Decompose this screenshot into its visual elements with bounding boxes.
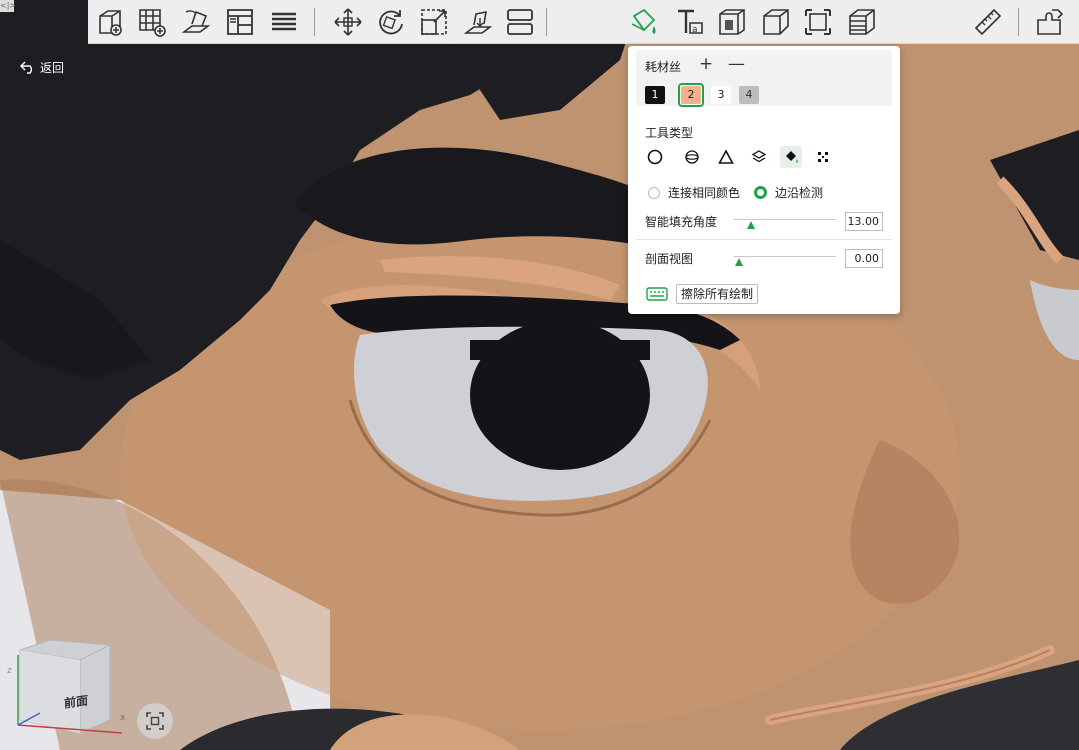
sphere-brush-icon[interactable] [681, 146, 703, 168]
circle-brush-icon[interactable] [644, 146, 666, 168]
layout-panels-icon[interactable] [222, 4, 258, 40]
toolbar-separator [1018, 8, 1019, 36]
panel-divider [636, 239, 892, 240]
section-view-thumb[interactable] [735, 258, 744, 266]
list-lines-icon[interactable] [266, 4, 302, 40]
fill-bucket-icon[interactable] [780, 146, 802, 168]
seam-painting-icon[interactable] [800, 4, 836, 40]
keyboard-shortcuts-icon[interactable] [646, 287, 668, 301]
edge-detection-option[interactable]: 边沿检测 [754, 184, 823, 201]
add-grid-icon[interactable] [134, 4, 170, 40]
panel-toggle-handle[interactable]: <|> [0, 0, 16, 12]
emboss-icon[interactable] [714, 4, 750, 40]
filament-swatch-1[interactable]: 1 [645, 86, 665, 104]
connect-same-color-label: 连接相同颜色 [668, 186, 741, 200]
model-viewport[interactable] [0, 0, 1079, 750]
axis-z-label: z [7, 666, 12, 676]
split-object-icon[interactable] [502, 4, 538, 40]
cube-cut-icon[interactable] [758, 4, 794, 40]
axis-x-label: x [120, 713, 126, 723]
section-view-label: 剖面视图 [645, 252, 694, 266]
paint-tool-panel: 耗材丝 + — 1 2 3 4 工具类型 连接相同颜色 边沿检测 智能填充角度 … [628, 46, 900, 314]
view-cube[interactable] [10, 635, 130, 740]
back-button[interactable]: 返回 [20, 58, 64, 76]
back-arrow-icon [20, 61, 33, 74]
scale-object-icon[interactable] [416, 4, 452, 40]
place-on-face-icon[interactable] [460, 4, 496, 40]
smart-fill-angle-slider[interactable] [734, 219, 836, 220]
edge-detection-radio[interactable] [754, 186, 767, 199]
toolbar-separator [546, 8, 547, 36]
main-toolbar: a [88, 0, 1079, 44]
filament-swatch-2[interactable]: 2 [681, 86, 701, 104]
edge-detection-label: 边沿检测 [775, 186, 824, 200]
view-reset-button[interactable] [137, 703, 173, 739]
smart-fill-angle-thumb[interactable] [747, 221, 756, 229]
connect-same-color-radio[interactable] [648, 186, 660, 199]
section-view-slider[interactable] [734, 256, 836, 257]
tool-type-label: 工具类型 [645, 126, 694, 140]
move-arrows-icon[interactable] [330, 4, 366, 40]
import-model-icon[interactable] [178, 4, 214, 40]
smart-fill-angle-label: 智能填充角度 [645, 215, 718, 229]
height-range-icon[interactable] [748, 146, 770, 168]
filament-section: 耗材丝 + — 1 2 3 4 [636, 50, 892, 107]
clear-all-painting-button[interactable]: 擦除所有绘制 [676, 284, 759, 304]
filament-swatch-3[interactable]: 3 [711, 86, 731, 104]
measure-ruler-icon[interactable] [970, 4, 1006, 40]
focus-view-icon [146, 712, 164, 730]
add-filament-button[interactable]: + [698, 54, 714, 74]
variable-layer-icon[interactable] [844, 4, 880, 40]
section-view-input[interactable]: 0.00 [845, 249, 883, 268]
toolbar-separator [314, 8, 315, 36]
remove-filament-button[interactable]: — [728, 54, 745, 74]
back-label: 返回 [40, 60, 65, 75]
svg-text:a: a [692, 25, 698, 35]
add-object-icon[interactable] [92, 4, 128, 40]
assembly-puzzle-icon[interactable] [1032, 4, 1068, 40]
connect-same-color-option[interactable]: 连接相同颜色 [648, 184, 740, 201]
rotate-object-icon[interactable] [372, 4, 408, 40]
paint-bucket-icon[interactable] [626, 4, 662, 40]
smart-fill-angle-input[interactable]: 13.00 [845, 212, 883, 231]
gap-fill-icon[interactable] [812, 146, 834, 168]
filament-title: 耗材丝 [645, 60, 682, 74]
triangle-brush-icon[interactable] [715, 146, 737, 168]
view-cube-front-label: 前面 [64, 693, 89, 711]
filament-swatch-4[interactable]: 4 [739, 86, 759, 104]
text-tool-icon[interactable]: a [672, 4, 708, 40]
